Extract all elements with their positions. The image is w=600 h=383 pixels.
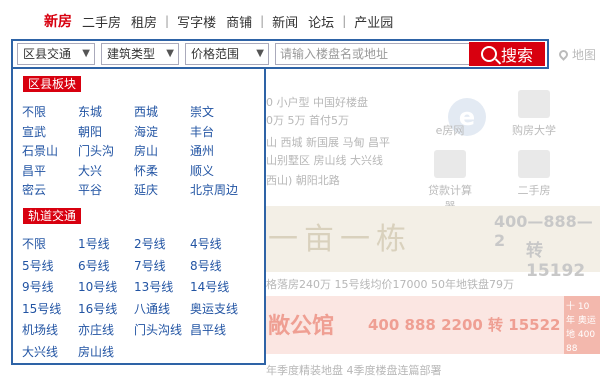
search-input[interactable]: 请输入楼盘名或地址 [275, 43, 475, 65]
district-dropdown: 区县板块 不限 东城 西城 崇文宣武 朝阳 海淀 丰台石景山 门头沟 房山 通州昌平 大兴 怀柔 顺义密… [11, 67, 266, 365]
bg-text: 格落房240万 15号线均价17000 50年地铁盘79万 [266, 278, 514, 291]
transit-line-option[interactable]: 亦庄线 [78, 321, 114, 338]
nav-separator: | [260, 14, 265, 28]
nav-new-home[interactable]: 新房 [44, 11, 77, 31]
chevron-down-icon: ▼ [256, 48, 264, 59]
district-option[interactable]: 顺义 [190, 162, 214, 179]
district-option[interactable]: 房山 [134, 142, 158, 159]
district-section-heading: 区县板块 [23, 76, 82, 92]
transit-line-option[interactable]: 13号线 [134, 278, 173, 295]
search-bar: 区县交通 ▼ 建筑类型 ▼ 价格范围 ▼ 请输入楼盘名或地址 搜索 [11, 39, 549, 69]
district-option[interactable]: 海淀 [134, 123, 158, 140]
transit-line-option[interactable]: 16号线 [78, 300, 117, 317]
ad-banner: 一亩一栋 400—888—2 转15192 [262, 206, 600, 281]
district-option[interactable]: 宣武 [22, 123, 46, 140]
search-button[interactable]: 搜索 [469, 42, 545, 66]
transit-line-option[interactable]: 八通线 [134, 300, 170, 317]
district-option[interactable]: 崇文 [190, 103, 214, 120]
nav-industrial-park[interactable]: 产业园 [349, 12, 398, 31]
top-nav: 新房 二手房 租房 | 写字楼 商铺 | 新闻 论坛 | 产业园 [44, 10, 398, 32]
district-option[interactable]: 大兴 [78, 162, 102, 179]
transit-line-option[interactable]: 不限 [22, 235, 46, 252]
nav-news[interactable]: 新闻 [267, 12, 303, 31]
nav-separator: | [342, 14, 347, 28]
district-option[interactable]: 门头沟 [78, 142, 114, 159]
ad-banner: 敞公馆 400 888 2200 转 15522 十 10年 奥运 地 400 … [262, 296, 600, 354]
bg-icon-label: 二手房 [517, 184, 551, 197]
transit-line-option[interactable]: 大兴线 [22, 343, 58, 360]
district-option[interactable]: 石景山 [22, 142, 58, 159]
ad-banner-side: 十 10年 奥运 地 400 88 [564, 296, 600, 354]
ad-banner-title: 敞公馆 [268, 314, 335, 339]
bg-text: 0 小户型 中国好楼盘 [266, 96, 368, 109]
background-content: 0 小户型 中国好楼盘 0万 5万 首付5万 山 西城 新国展 马甸 昌平 山别… [262, 78, 600, 383]
nav-shops[interactable]: 商铺 [221, 12, 257, 31]
district-option[interactable]: 平谷 [78, 181, 102, 198]
transit-line-option[interactable]: 1号线 [78, 235, 110, 252]
nav-office[interactable]: 写字楼 [172, 12, 221, 31]
nav-second-hand[interactable]: 二手房 [77, 12, 126, 31]
search-icon [480, 46, 497, 62]
transit-line-option[interactable]: 昌平线 [190, 321, 226, 338]
building-type-select-value: 建筑类型 [107, 47, 156, 61]
map-link[interactable]: 地图 [557, 46, 596, 63]
district-option[interactable]: 丰台 [190, 123, 214, 140]
transit-line-option[interactable]: 14号线 [190, 278, 229, 295]
chevron-down-icon: ▼ [166, 48, 174, 59]
map-pin-icon [557, 48, 570, 61]
transit-line-option[interactable]: 门头沟线 [134, 321, 182, 338]
transit-line-option[interactable]: 15号线 [22, 300, 61, 317]
house-icon: 二手房 [508, 150, 560, 198]
district-select[interactable]: 区县交通 ▼ [17, 43, 95, 65]
nav-separator: | [165, 14, 170, 28]
transit-line-option[interactable]: 5号线 [22, 257, 54, 274]
ad-banner-phone: 转15192 [526, 241, 586, 281]
district-select-value: 区县交通 [23, 47, 72, 61]
price-range-select[interactable]: 价格范围 ▼ [185, 43, 269, 65]
district-option[interactable]: 密云 [22, 181, 46, 198]
transit-line-option[interactable]: 4号线 [190, 235, 222, 252]
map-link-label: 地图 [571, 48, 596, 62]
district-option[interactable]: 通州 [190, 142, 214, 159]
transit-line-option[interactable]: 2号线 [134, 235, 166, 252]
nav-rent[interactable]: 租房 [126, 12, 162, 31]
calculator-icon: 贷款计算器 [424, 150, 476, 214]
ad-banner-phone: 400 888 2200 转 15522 [368, 316, 561, 334]
transit-line-option[interactable]: 奥运支线 [190, 300, 238, 317]
building-type-select[interactable]: 建筑类型 ▼ [101, 43, 179, 65]
bg-text: 西山) 朝阳北路 [266, 174, 340, 187]
bg-icon-label: e房网 [435, 124, 465, 137]
transit-line-option[interactable]: 9号线 [22, 278, 54, 295]
transit-line-option[interactable]: 7号线 [134, 257, 166, 274]
bg-text: 山 西城 新国展 马甸 昌平 [266, 136, 390, 149]
district-option[interactable]: 延庆 [134, 181, 158, 198]
ad-banner-text: 一亩一栋 [268, 222, 412, 257]
nav-forum[interactable]: 论坛 [303, 12, 339, 31]
district-option[interactable]: 昌平 [22, 162, 46, 179]
chevron-down-icon: ▼ [82, 48, 90, 59]
district-option[interactable]: 怀柔 [134, 162, 158, 179]
bg-icon-label: 购房大学 [512, 124, 556, 137]
transit-line-option[interactable]: 10号线 [78, 278, 117, 295]
transit-line-option[interactable]: 机场线 [22, 321, 58, 338]
district-option[interactable]: 西城 [134, 103, 158, 120]
bg-text: 年季度精装地盘 4季度楼盘连篇部署 [266, 364, 442, 377]
transit-section-heading: 轨道交通 [23, 208, 82, 224]
transit-line-option[interactable]: 8号线 [190, 257, 222, 274]
transit-line-option[interactable]: 6号线 [78, 257, 110, 274]
district-option[interactable]: 不限 [22, 103, 46, 120]
bg-text: 山别墅区 房山线 大兴线 [266, 154, 383, 167]
college-icon: 购房大学 [508, 90, 560, 138]
transit-line-option[interactable]: 房山线 [78, 343, 114, 360]
bg-text: 0万 5万 首付5万 [266, 114, 349, 127]
district-option[interactable]: 东城 [78, 103, 102, 120]
district-option[interactable]: 北京周边 [190, 181, 238, 198]
price-range-select-value: 价格范围 [191, 47, 240, 61]
district-option[interactable]: 朝阳 [78, 123, 102, 140]
search-button-label: 搜索 [500, 46, 533, 65]
